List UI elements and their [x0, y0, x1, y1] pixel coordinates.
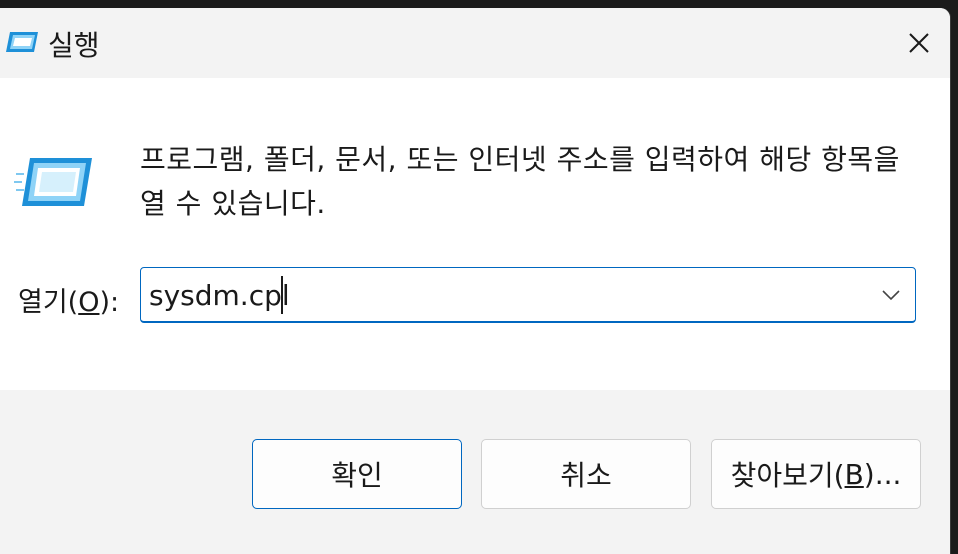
open-label: 열기(O):: [18, 287, 120, 318]
text-caret: [281, 276, 283, 314]
open-input[interactable]: [149, 276, 849, 314]
run-dialog: 실행 프로그램, 폴더, 문서, 또는 인터넷 주소를 입력하여 해당 항목을 …: [0, 8, 950, 554]
run-large-icon: [14, 154, 94, 214]
title-bar: 실행: [0, 8, 950, 78]
open-combobox[interactable]: [140, 267, 916, 323]
history-dropdown-button[interactable]: [871, 274, 911, 316]
close-button[interactable]: [888, 8, 950, 78]
description-text: 프로그램, 폴더, 문서, 또는 인터넷 주소를 입력하여 해당 항목을 열 수…: [140, 143, 900, 220]
close-icon: [909, 33, 929, 53]
window-title: 실행: [48, 29, 100, 62]
chevron-down-icon: [882, 290, 900, 301]
dialog-content: 프로그램, 폴더, 문서, 또는 인터넷 주소를 입력하여 해당 항목을 열 수…: [0, 78, 950, 390]
run-app-icon: [4, 28, 40, 56]
browse-button[interactable]: 찾아보기(B)...: [711, 439, 921, 509]
ok-button[interactable]: 확인: [252, 439, 462, 509]
cancel-button[interactable]: 취소: [481, 439, 691, 509]
